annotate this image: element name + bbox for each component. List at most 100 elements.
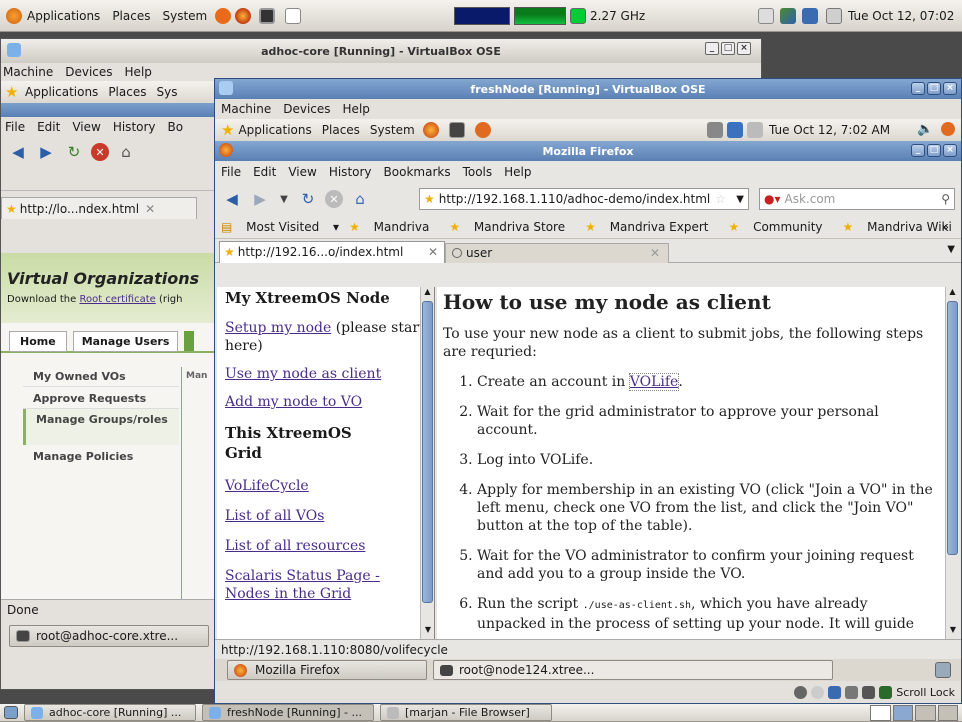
ff-history-dropdown-icon[interactable]: ▼ — [277, 188, 291, 210]
list-vos-link[interactable]: List of all VOs — [225, 508, 324, 524]
ff-menu-bookmarks-front[interactable]: Bookmarks — [384, 165, 451, 179]
guest-places-menu[interactable]: Places — [108, 85, 146, 99]
show-desktop-icon[interactable] — [4, 706, 18, 719]
ff-menu-file[interactable]: File — [5, 120, 25, 134]
ff-menu-file-front[interactable]: File — [221, 165, 241, 179]
host-task-adhoc[interactable]: adhoc-core [Running] ... — [24, 704, 196, 721]
firefox-title-bar[interactable]: Mozilla Firefox _ □ × — [215, 141, 961, 161]
ff-close-button[interactable]: × — [943, 144, 957, 157]
content-scroll-down-icon[interactable]: ▼ — [946, 625, 959, 639]
content-scroll-up-icon[interactable]: ▲ — [946, 287, 959, 301]
tab-close-icon[interactable]: ✕ — [145, 202, 155, 216]
content-scrollbar[interactable]: ▲ ▼ — [945, 287, 959, 639]
url-bar[interactable]: ★ http://192.168.1.110/adhoc-demo/index.… — [419, 188, 749, 210]
host-task-freshnode[interactable]: freshNode [Running] - ... — [202, 704, 374, 721]
ff-back-icon[interactable]: ◀ — [221, 188, 243, 210]
guest-firefox-icon[interactable] — [422, 122, 439, 138]
ubuntu-icon[interactable] — [215, 7, 232, 24]
ff-minimize-button[interactable]: _ — [911, 144, 925, 157]
back-title-bar[interactable]: adhoc-core [Running] - VirtualBox OSE _ □… — [1, 39, 761, 63]
tab-active-partial[interactable] — [184, 331, 195, 351]
ff-reload-icon[interactable]: ↻ — [297, 188, 319, 210]
bookmark-star-icon[interactable]: ☆ — [715, 192, 726, 206]
display-icon[interactable] — [802, 8, 818, 24]
workspace-2[interactable] — [892, 705, 913, 721]
places-menu[interactable]: Places — [112, 9, 150, 23]
applications-menu[interactable]: Applications — [27, 9, 100, 23]
scalaris-status-link[interactable]: Scalaris Status Page - Nodes in the Grid — [225, 568, 380, 602]
guest-app-icon[interactable] — [474, 122, 491, 138]
search-magnifier-icon[interactable]: ⚲ — [941, 192, 950, 206]
guest-terminal-icon[interactable] — [448, 122, 465, 138]
front-minimize-button[interactable]: _ — [911, 82, 925, 95]
workspace-3[interactable] — [915, 705, 936, 721]
tab-home[interactable]: Home — [9, 330, 67, 352]
ff-menu-history[interactable]: History — [113, 120, 156, 134]
ff-home-icon[interactable]: ⌂ — [349, 188, 371, 210]
front-applications-menu[interactable]: Applications — [238, 123, 311, 137]
guest-tray-icon-2[interactable] — [727, 122, 743, 138]
menu-help[interactable]: Help — [125, 65, 152, 79]
guest-workspace-icon[interactable] — [935, 662, 951, 678]
ff-menu-edit[interactable]: Edit — [37, 120, 60, 134]
guest-applications-menu[interactable]: Applications — [25, 85, 98, 99]
back-terminal-task[interactable]: root@adhoc-core.xtre... — [9, 625, 209, 647]
guest-system-menu[interactable]: Sys — [156, 85, 177, 99]
front-title-bar[interactable]: freshNode [Running] - VirtualBox OSE _ □ × — [215, 79, 961, 99]
tab-user[interactable]: user ✕ — [445, 242, 669, 263]
ff-menu-history-front[interactable]: History — [329, 165, 372, 179]
list-resources-link[interactable]: List of all resources — [225, 538, 365, 554]
front-menu-help[interactable]: Help — [343, 102, 370, 116]
clock[interactable]: Tue Oct 12, 07:02 — [848, 9, 954, 23]
front-system-menu[interactable]: System — [370, 123, 415, 137]
front-maximize-button[interactable]: □ — [927, 82, 941, 95]
workspace-1[interactable] — [870, 705, 891, 721]
ff-menu-edit-front[interactable]: Edit — [253, 165, 276, 179]
sidebar-manage-groups[interactable]: Manage Groups/roles — [23, 409, 179, 445]
volume-icon[interactable]: 🔈 — [917, 122, 933, 137]
use-as-client-link[interactable]: Use my node as client — [225, 366, 381, 382]
terminal-icon[interactable] — [259, 7, 276, 24]
maximize-button[interactable]: □ — [721, 42, 735, 55]
network-icon[interactable] — [780, 8, 796, 24]
bookmark-most-visited[interactable]: ▤ Most Visited ▾ — [221, 220, 339, 234]
tab-manage-users[interactable]: Manage Users — [72, 330, 179, 352]
tab-index-close-icon[interactable]: ✕ — [428, 245, 438, 259]
home-icon[interactable]: ⌂ — [115, 141, 137, 163]
setup-node-link[interactable]: Setup my node — [225, 320, 331, 336]
window-list-icon[interactable] — [758, 8, 774, 24]
volife-link[interactable]: VOLife — [628, 373, 680, 391]
content-scroll-thumb[interactable] — [947, 301, 958, 555]
guest-clock[interactable]: Tue Oct 12, 7:02 AM — [769, 123, 890, 137]
workspace-4[interactable] — [937, 705, 958, 721]
volifecycle-link[interactable]: VoLifeCycle — [225, 478, 309, 494]
tab-index[interactable]: ★ http://192.16...o/index.html ✕ — [219, 240, 445, 263]
url-dropdown-icon[interactable]: ▼ — [736, 194, 744, 205]
firefox-icon[interactable] — [235, 7, 252, 24]
guest-tray-icon-3[interactable] — [747, 122, 763, 138]
guest-power-icon[interactable] — [941, 122, 955, 136]
bookmark-mandriva-store[interactable]: ★ Mandriva Store — [449, 220, 575, 234]
back-arrow-icon[interactable]: ◀ — [7, 141, 29, 163]
text-editor-icon[interactable] — [285, 7, 302, 24]
add-node-to-vo-link[interactable]: Add my node to VO — [225, 394, 362, 410]
host-task-filebrowser[interactable]: [marjan - File Browser] — [380, 704, 552, 721]
ask-engine-icon[interactable]: ●▾ — [764, 192, 781, 206]
root-cert-link[interactable]: Root certificate — [79, 294, 155, 305]
ff-maximize-button[interactable]: □ — [927, 144, 941, 157]
left-scroll-thumb[interactable] — [422, 301, 433, 603]
front-menu-devices[interactable]: Devices — [283, 102, 330, 116]
front-menu-machine[interactable]: Machine — [221, 102, 271, 116]
forward-arrow-icon[interactable]: ▶ — [35, 141, 57, 163]
ff-menu-help-front[interactable]: Help — [504, 165, 531, 179]
workspace-switcher[interactable] — [870, 705, 958, 721]
left-scroll-down-icon[interactable]: ▼ — [421, 625, 434, 639]
ff-menu-tools-front[interactable]: Tools — [463, 165, 493, 179]
sidebar-manage-policies[interactable]: Manage Policies — [23, 445, 179, 467]
ff-stop-icon[interactable]: ✕ — [325, 190, 343, 208]
ff-menu-bookmarks[interactable]: Bo — [168, 120, 184, 134]
search-box[interactable]: ●▾ Ask.com ⚲ — [759, 188, 955, 210]
tab-user-close-icon[interactable]: ✕ — [650, 246, 660, 260]
menu-devices[interactable]: Devices — [65, 65, 112, 79]
tab-list-icon[interactable]: ▼ — [947, 244, 955, 255]
